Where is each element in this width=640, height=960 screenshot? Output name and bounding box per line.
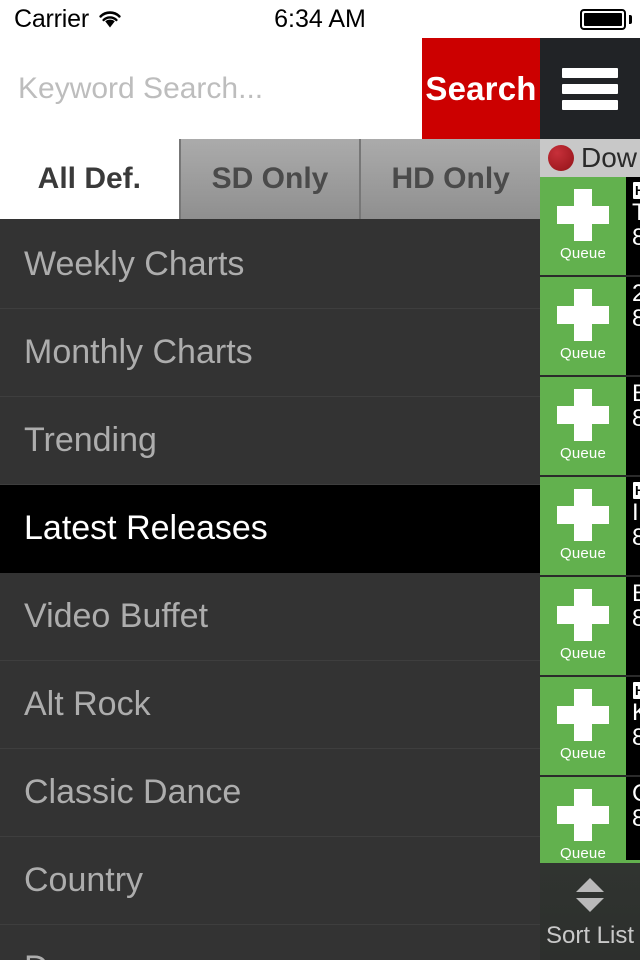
result-subtitle: 8	[632, 225, 640, 251]
category-menu-list: Weekly Charts Monthly Charts Trending La…	[0, 221, 540, 960]
result-subtitle: 8	[632, 525, 640, 551]
table-row[interactable]: Queue B 8	[540, 577, 640, 677]
queue-button[interactable]: Queue	[540, 377, 626, 475]
hd-badge: HD	[632, 681, 640, 700]
table-row[interactable]: Queue HD K 8	[540, 677, 640, 777]
downloads-label: Dow	[581, 142, 638, 173]
segment-hd-only[interactable]: HD Only	[361, 139, 540, 219]
search-bar: Search	[0, 38, 540, 139]
segment-all-def[interactable]: All Def.	[0, 139, 181, 219]
plus-icon	[557, 788, 609, 841]
menu-drawer-panel: Search All Def. SD Only HD Only Weekly C…	[0, 38, 540, 960]
result-title: B	[632, 581, 640, 606]
downloads-header[interactable]: Dow	[540, 139, 640, 177]
content-panel: Dow Queue HD T 8 Queue 2 8	[540, 38, 640, 960]
result-title: B	[632, 381, 640, 406]
queue-button[interactable]: Queue	[540, 477, 626, 575]
sort-updown-icon	[569, 874, 611, 916]
sort-list-label: Sort List	[545, 921, 635, 949]
table-row[interactable]: Queue 2 8	[540, 277, 640, 377]
result-meta: HD I 8	[626, 477, 640, 575]
result-title: K	[632, 700, 640, 725]
table-row[interactable]: Queue HD I 8	[540, 477, 640, 577]
definition-filter-segmented-control: All Def. SD Only HD Only	[0, 139, 540, 219]
queue-label: Queue	[559, 444, 607, 462]
queue-label: Queue	[559, 344, 607, 362]
result-meta: HD T 8	[626, 177, 640, 275]
results-list: Queue HD T 8 Queue 2 8 Queue	[540, 177, 640, 898]
menu-item-country[interactable]: Country	[0, 837, 540, 925]
menu-item-video-buffet[interactable]: Video Buffet	[0, 573, 540, 661]
table-row[interactable]: Queue B 8	[540, 377, 640, 477]
queue-label: Queue	[559, 244, 607, 262]
status-bar: Carrier 6:34 AM	[0, 0, 640, 38]
search-input[interactable]	[0, 38, 422, 139]
plus-icon	[557, 388, 609, 441]
sort-list-button[interactable]: Sort List	[540, 860, 640, 960]
result-meta: 2 8	[626, 277, 640, 375]
result-meta: HD K 8	[626, 677, 640, 775]
hd-badge: HD	[632, 181, 640, 200]
result-subtitle: 8	[632, 306, 640, 332]
result-subtitle: 8	[632, 806, 640, 832]
hamburger-icon	[562, 67, 618, 110]
queue-button[interactable]: Queue	[540, 177, 626, 275]
result-subtitle: 8	[632, 406, 640, 432]
queue-label: Queue	[559, 544, 607, 562]
plus-icon	[557, 288, 609, 341]
clock-label: 6:34 AM	[274, 4, 366, 33]
result-title: C	[632, 781, 640, 806]
menu-toggle-button[interactable]	[540, 38, 640, 139]
menu-item-weekly-charts[interactable]: Weekly Charts	[0, 221, 540, 309]
queue-label: Queue	[559, 844, 607, 862]
hd-badge: HD	[632, 481, 640, 500]
battery-cap-icon	[629, 15, 632, 24]
search-button[interactable]: Search	[422, 38, 540, 139]
plus-icon	[557, 488, 609, 541]
queue-button[interactable]: Queue	[540, 577, 626, 675]
menu-item-latest-releases[interactable]: Latest Releases	[0, 485, 540, 573]
plus-icon	[557, 588, 609, 641]
queue-label: Queue	[559, 644, 607, 662]
plus-icon	[557, 188, 609, 241]
result-title: T	[632, 200, 640, 226]
queue-button[interactable]: Queue	[540, 277, 626, 375]
menu-item-dance[interactable]: Dance	[0, 925, 540, 960]
table-row[interactable]: Queue HD T 8	[540, 177, 640, 277]
queue-button[interactable]: Queue	[540, 677, 626, 775]
segment-sd-only[interactable]: SD Only	[180, 139, 362, 219]
plus-icon	[557, 688, 609, 741]
battery-icon	[580, 9, 626, 30]
result-subtitle: 8	[632, 606, 640, 632]
result-meta: B 8	[626, 577, 640, 675]
menu-item-monthly-charts[interactable]: Monthly Charts	[0, 309, 540, 397]
menu-item-alt-rock[interactable]: Alt Rock	[0, 661, 540, 749]
menu-item-trending[interactable]: Trending	[0, 397, 540, 485]
result-title: 2	[632, 281, 640, 307]
result-meta: B 8	[626, 377, 640, 475]
result-title: I	[632, 500, 639, 526]
result-subtitle: 8	[632, 725, 640, 751]
red-circle-icon	[548, 145, 574, 171]
queue-label: Queue	[559, 744, 607, 762]
menu-item-classic-dance[interactable]: Classic Dance	[0, 749, 540, 837]
